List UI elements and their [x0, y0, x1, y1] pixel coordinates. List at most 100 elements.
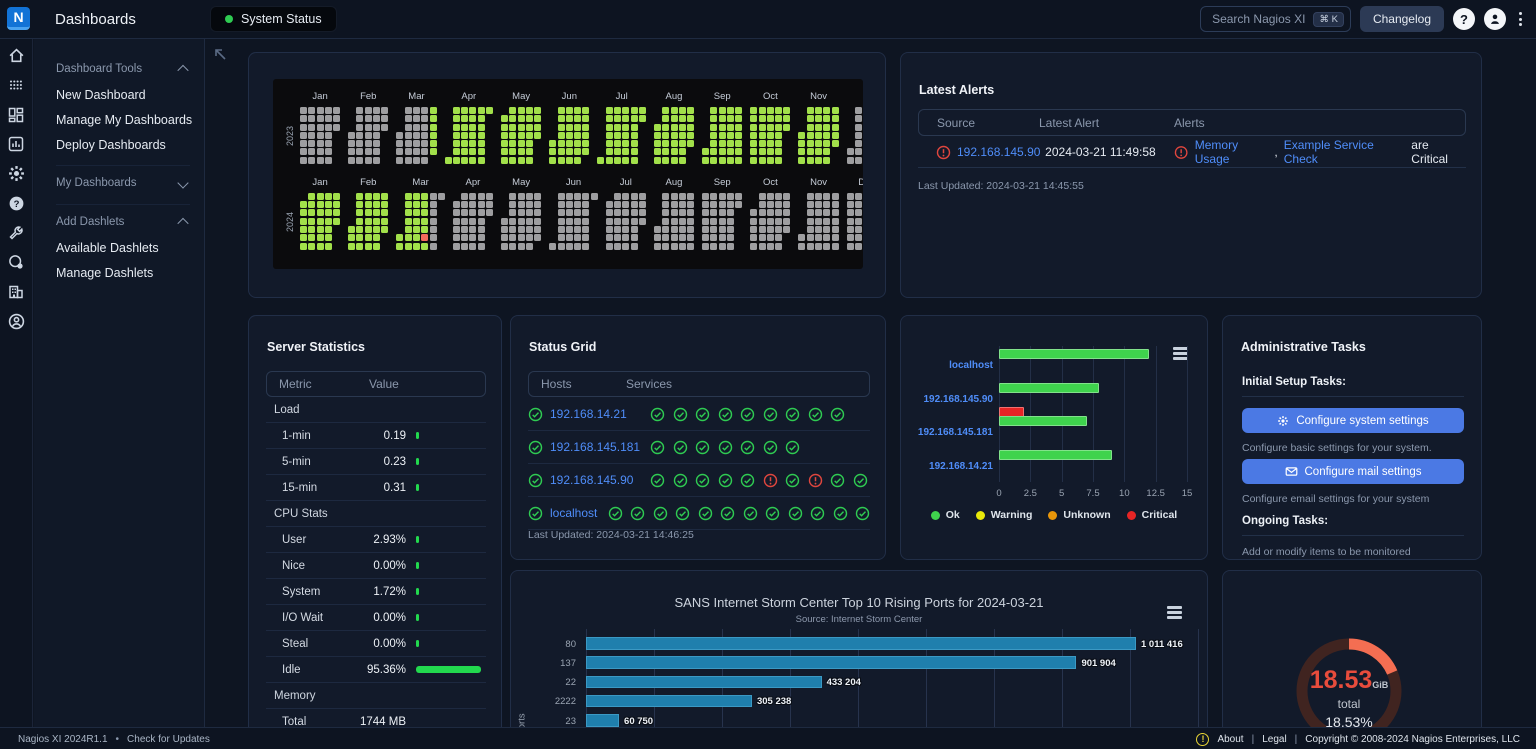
heatmap-day-ok[interactable] [679, 140, 686, 147]
heatmap-day-ok[interactable] [775, 115, 782, 122]
heatmap-day-none[interactable] [759, 193, 766, 200]
heatmap-day-ok[interactable] [356, 209, 363, 216]
more-options-button[interactable] [1515, 8, 1526, 30]
heatmap-day-ok[interactable] [719, 124, 726, 131]
heatmap-day-none[interactable] [421, 148, 428, 155]
heatmap-day-ok[interactable] [405, 243, 412, 250]
heatmap-day-ok[interactable] [750, 148, 757, 155]
heatmap-day-ok[interactable] [807, 124, 814, 131]
heatmap-day-none[interactable] [654, 243, 661, 250]
heatmap-day-none[interactable] [325, 124, 332, 131]
heatmap-day-ok[interactable] [832, 140, 839, 147]
heatmap-day-ok[interactable] [478, 124, 485, 131]
heatmap-day-none[interactable] [727, 201, 734, 208]
heatmap-day-ok[interactable] [671, 107, 678, 114]
heatmap-day-ok[interactable] [807, 148, 814, 155]
heatmap-day-none[interactable] [679, 218, 686, 225]
heatmap-day-none[interactable] [574, 193, 581, 200]
heatmap-day-ok[interactable] [325, 234, 332, 241]
heatmap-day-none[interactable] [356, 148, 363, 155]
heatmap-day-none[interactable] [461, 234, 468, 241]
heatmap-day-none[interactable] [807, 234, 814, 241]
heatmap-day-ok[interactable] [453, 148, 460, 155]
heatmap-day-none[interactable] [478, 201, 485, 208]
heatmap-day-none[interactable] [478, 243, 485, 250]
heatmap-day-ok[interactable] [518, 157, 525, 164]
heatmap-day-none[interactable] [461, 218, 468, 225]
heatmap-day-ok[interactable] [622, 124, 629, 131]
heatmap-day-ok[interactable] [767, 148, 774, 155]
heatmap-day-none[interactable] [300, 115, 307, 122]
heatmap-day-ok[interactable] [735, 140, 742, 147]
heatmap-day-none[interactable] [317, 115, 324, 122]
heatmap-day-none[interactable] [582, 201, 589, 208]
heatmap-day-ok[interactable] [333, 193, 340, 200]
heatmap-day-none[interactable] [308, 140, 315, 147]
heatmap-day-ok[interactable] [308, 234, 315, 241]
heatmap-day-ok[interactable] [735, 148, 742, 155]
heatmap-day-ok[interactable] [405, 209, 412, 216]
heatmap-day-none[interactable] [413, 132, 420, 139]
heatmap-day-none[interactable] [622, 209, 629, 216]
heatmap-day-ok[interactable] [518, 124, 525, 131]
heatmap-day-ok[interactable] [679, 115, 686, 122]
heatmap-day-ok[interactable] [815, 140, 822, 147]
heatmap-day-none[interactable] [413, 107, 420, 114]
heatmap-day-none[interactable] [631, 201, 638, 208]
heatmap-day-none[interactable] [807, 209, 814, 216]
alert-service-link[interactable]: Memory Usage [1195, 138, 1273, 166]
heatmap-day-none[interactable] [654, 226, 661, 233]
heatmap-day-ok[interactable] [662, 157, 669, 164]
heatmap-day-ok[interactable] [597, 157, 604, 164]
heatmap-day-ok[interactable] [526, 140, 533, 147]
heatmap-day-ok[interactable] [775, 124, 782, 131]
heatmap-day-none[interactable] [710, 243, 717, 250]
heatmap-day-ok[interactable] [679, 107, 686, 114]
heatmap-day-ok[interactable] [413, 226, 420, 233]
heatmap-day-none[interactable] [356, 157, 363, 164]
heatmap-day-none[interactable] [413, 115, 420, 122]
heatmap-day-ok[interactable] [518, 132, 525, 139]
heatmap-day-ok[interactable] [558, 107, 565, 114]
heatmap-day-ok[interactable] [614, 157, 621, 164]
heatmap-day-ok[interactable] [662, 148, 669, 155]
heatmap-day-none[interactable] [566, 243, 573, 250]
heatmap-day-ok[interactable] [727, 124, 734, 131]
heatmap-day-none[interactable] [847, 201, 854, 208]
chart-host-link-192-168-145-181[interactable]: 192.168.145.181 [901, 427, 993, 438]
heatmap-day-none[interactable] [687, 209, 694, 216]
heatmap-day-ok[interactable] [606, 157, 613, 164]
heatmap-day-none[interactable] [348, 132, 355, 139]
heatmap-day-none[interactable] [574, 218, 581, 225]
heatmap-day-ok[interactable] [750, 132, 757, 139]
heatmap-day-none[interactable] [534, 218, 541, 225]
heatmap-day-none[interactable] [534, 209, 541, 216]
heatmap-day-ok[interactable] [719, 148, 726, 155]
heatmap-day-ok[interactable] [654, 132, 661, 139]
service-ok-icon[interactable] [630, 506, 645, 521]
heatmap-day-ok[interactable] [727, 107, 734, 114]
heatmap-day-ok[interactable] [373, 243, 380, 250]
heatmap-day-none[interactable] [325, 148, 332, 155]
heatmap-day-ok[interactable] [534, 107, 541, 114]
heatmap-day-none[interactable] [317, 107, 324, 114]
heatmap-day-none[interactable] [365, 124, 372, 131]
heatmap-day-ok[interactable] [461, 140, 468, 147]
heatmap-day-ok[interactable] [775, 132, 782, 139]
heatmap-day-ok[interactable] [365, 201, 372, 208]
heatmap-day-ok[interactable] [453, 157, 460, 164]
heatmap-day-ok[interactable] [815, 132, 822, 139]
heatmap-day-none[interactable] [832, 243, 839, 250]
heatmap-day-ok[interactable] [469, 132, 476, 139]
heatmap-day-ok[interactable] [767, 124, 774, 131]
service-ok-icon[interactable] [718, 440, 733, 455]
heatmap-day-none[interactable] [798, 234, 805, 241]
heatmap-day-ok[interactable] [767, 157, 774, 164]
service-ok-icon[interactable] [855, 506, 870, 521]
heatmap-day-none[interactable] [566, 201, 573, 208]
heatmap-day-none[interactable] [461, 226, 468, 233]
heatmap-day-none[interactable] [775, 218, 782, 225]
heatmap-day-none[interactable] [478, 234, 485, 241]
heatmap-day-none[interactable] [396, 157, 403, 164]
heatmap-day-ok[interactable] [823, 157, 830, 164]
